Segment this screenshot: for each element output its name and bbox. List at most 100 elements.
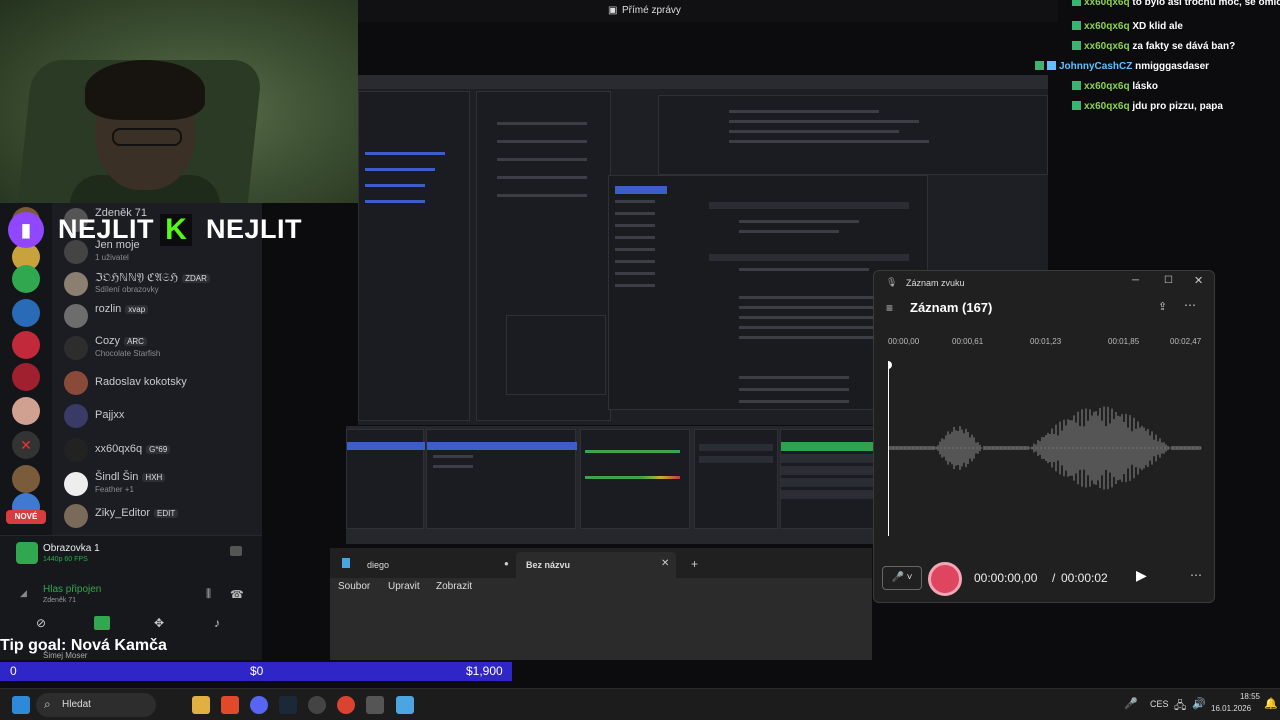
tab-untitled[interactable]: Bez názvu bbox=[526, 560, 570, 570]
stop-stream-icon[interactable] bbox=[230, 546, 242, 556]
member-row[interactable]: Radoslav kokotsky bbox=[64, 368, 259, 398]
server-icon[interactable]: ✕ bbox=[12, 431, 40, 459]
tip-goal-bar: 0 $0 $1,900 bbox=[0, 662, 512, 681]
avatar bbox=[64, 304, 88, 328]
soundboard-icon[interactable]: ♪ bbox=[214, 616, 220, 630]
member-row[interactable]: rozlin xvap bbox=[64, 301, 259, 331]
clan-tag: ARC bbox=[124, 337, 147, 346]
server-icon[interactable] bbox=[12, 299, 40, 327]
clock-time[interactable]: 18:55 bbox=[1228, 692, 1260, 701]
chat-message: za fakty se dává ban? bbox=[1132, 41, 1236, 52]
menu-icon[interactable]: ≡ bbox=[886, 301, 893, 315]
member-row[interactable]: Cozy ARC Chocolate Starfish bbox=[64, 333, 259, 363]
badge-icon bbox=[1072, 21, 1081, 30]
badge-icon bbox=[1072, 101, 1081, 110]
member-name: rozlin xvap bbox=[95, 303, 149, 315]
chrome-icon[interactable] bbox=[337, 696, 355, 714]
member-name: Pajjxx bbox=[95, 409, 125, 421]
search-box[interactable]: ⌕ Hledat bbox=[36, 693, 156, 717]
close-tab-icon[interactable]: ✕ bbox=[661, 558, 669, 569]
maximize-icon[interactable]: ☐ bbox=[1164, 275, 1173, 286]
volume-icon[interactable]: 🔊 bbox=[1192, 697, 1206, 710]
screen-share-button[interactable] bbox=[94, 616, 110, 630]
obs-preview bbox=[658, 95, 1048, 175]
server-icon[interactable] bbox=[12, 465, 40, 493]
avatar bbox=[64, 404, 88, 428]
member-row[interactable]: Šindl Šin HXH Feather +1 bbox=[64, 469, 259, 499]
member-sub: Feather +1 bbox=[95, 485, 134, 494]
screen-share-icon bbox=[16, 542, 38, 564]
activities-icon[interactable]: ✥ bbox=[154, 616, 164, 630]
webcam-feed bbox=[0, 0, 358, 203]
discord-icon[interactable] bbox=[250, 696, 268, 714]
direct-messages-label[interactable]: Přímé zprávy bbox=[622, 5, 681, 16]
tip-goal-current: $0 bbox=[250, 664, 264, 678]
kick-name: NEJLIT bbox=[206, 214, 303, 244]
record-button[interactable] bbox=[928, 562, 962, 596]
more-options-icon[interactable]: ⋯ bbox=[1190, 568, 1202, 582]
stream-title[interactable]: Obrazovka 1 bbox=[43, 543, 100, 554]
member-row[interactable]: Ziky_Editor EDIT bbox=[64, 501, 259, 531]
start-icon[interactable] bbox=[12, 696, 30, 714]
network-icon[interactable]: 🖧 bbox=[1174, 697, 1186, 716]
member-name: ℑ𝔒ℌℕℕ𝔜 ℭ𝔄𝔖ℌ ZDAR bbox=[95, 271, 210, 285]
member-row[interactable]: xx60qx6q G*69 bbox=[64, 435, 259, 465]
new-badge: NOVÉ bbox=[6, 510, 46, 524]
playhead-handle[interactable] bbox=[888, 361, 892, 369]
chat-overlay: xx60qx6q to bylo asi trochu moc, se omlo… bbox=[1030, 0, 1280, 120]
more-icon[interactable]: ⋯ bbox=[1184, 298, 1196, 312]
notepad-window: diego ● Bez názvu ✕ + Soubor Upravit Zob… bbox=[330, 548, 872, 660]
member-name: Šindl Šin HXH bbox=[95, 471, 166, 483]
menu-view[interactable]: Zobrazit bbox=[436, 581, 472, 592]
playback-controls: 🎤 ˅ 00:00:00,00 / 00:00:02 ▶ ⋯ bbox=[874, 556, 1214, 602]
tab-diego[interactable]: diego bbox=[367, 560, 389, 570]
recorder-icon[interactable] bbox=[366, 696, 384, 714]
mic-tray-icon[interactable]: 🎤 bbox=[1124, 697, 1138, 710]
person-glasses bbox=[112, 128, 182, 146]
minimize-icon[interactable]: ─ bbox=[1132, 275, 1139, 286]
member-row[interactable]: ℑ𝔒ℌℕℕ𝔜 ℭ𝔄𝔖ℌ ZDAR Sdílení obrazovky bbox=[64, 269, 259, 299]
server-icon[interactable] bbox=[12, 265, 40, 293]
steam-icon[interactable] bbox=[279, 696, 297, 714]
mic-select-button[interactable]: 🎤 ˅ bbox=[882, 566, 922, 590]
obs-controls bbox=[780, 429, 876, 529]
server-icon[interactable] bbox=[12, 331, 40, 359]
obs-scene-dock bbox=[358, 91, 470, 421]
member-sub: Sdílení obrazovky bbox=[95, 285, 159, 294]
menu-file[interactable]: Soubor bbox=[338, 581, 370, 592]
disconnect-icon[interactable]: ☎ bbox=[230, 588, 244, 601]
avatar bbox=[64, 504, 88, 528]
member-row[interactable]: Pajjxx bbox=[64, 401, 259, 431]
noise-icon[interactable]: ⫼ bbox=[206, 588, 211, 601]
member-name-text: Ziky_Editor bbox=[95, 507, 151, 519]
play-icon[interactable]: ▶ bbox=[1136, 567, 1147, 584]
voice-status[interactable]: Hlas připojen bbox=[43, 584, 101, 595]
language-indicator[interactable]: CES bbox=[1150, 699, 1169, 709]
elapsed-time: 00:00:00,00 bbox=[974, 571, 1038, 585]
server-icon[interactable] bbox=[12, 397, 40, 425]
notification-icon[interactable]: 🔔 bbox=[1264, 697, 1278, 710]
file-explorer-icon[interactable] bbox=[192, 696, 210, 714]
obs-sub-dock bbox=[506, 315, 606, 395]
tip-goal-start: 0 bbox=[10, 664, 17, 678]
avatar bbox=[64, 472, 88, 496]
menu-edit[interactable]: Upravit bbox=[388, 581, 420, 592]
close-icon[interactable]: ✕ bbox=[1194, 274, 1203, 287]
sound-recorder-window: 🎙 Záznam zvuku ─ ☐ ✕ ≡ Záznam (167) ⇪ ⋯ … bbox=[873, 270, 1215, 603]
notepad-taskbar-icon[interactable] bbox=[396, 696, 414, 714]
clan-tag: ZDAR bbox=[182, 274, 210, 283]
search-placeholder: Hledat bbox=[62, 699, 91, 710]
camera-off-icon[interactable]: ⊘ bbox=[36, 616, 46, 630]
chat-user: xx60qx6q bbox=[1084, 81, 1130, 92]
server-icon[interactable] bbox=[12, 363, 40, 391]
stream-quality: 1440p 60 FPS bbox=[43, 556, 88, 563]
share-icon[interactable]: ⇪ bbox=[1158, 300, 1167, 313]
chat-message: XD klid ale bbox=[1132, 21, 1183, 32]
chat-line: xx60qx6q XD klid ale bbox=[1072, 21, 1183, 32]
add-tab-icon[interactable]: + bbox=[691, 557, 698, 571]
clock-date[interactable]: 16.01.2026 bbox=[1211, 704, 1251, 713]
chat-message: jdu pro pizzu, papa bbox=[1132, 101, 1223, 112]
chat-user: xx60qx6q bbox=[1084, 101, 1130, 112]
obs-icon[interactable] bbox=[308, 696, 326, 714]
brave-icon[interactable] bbox=[221, 696, 239, 714]
